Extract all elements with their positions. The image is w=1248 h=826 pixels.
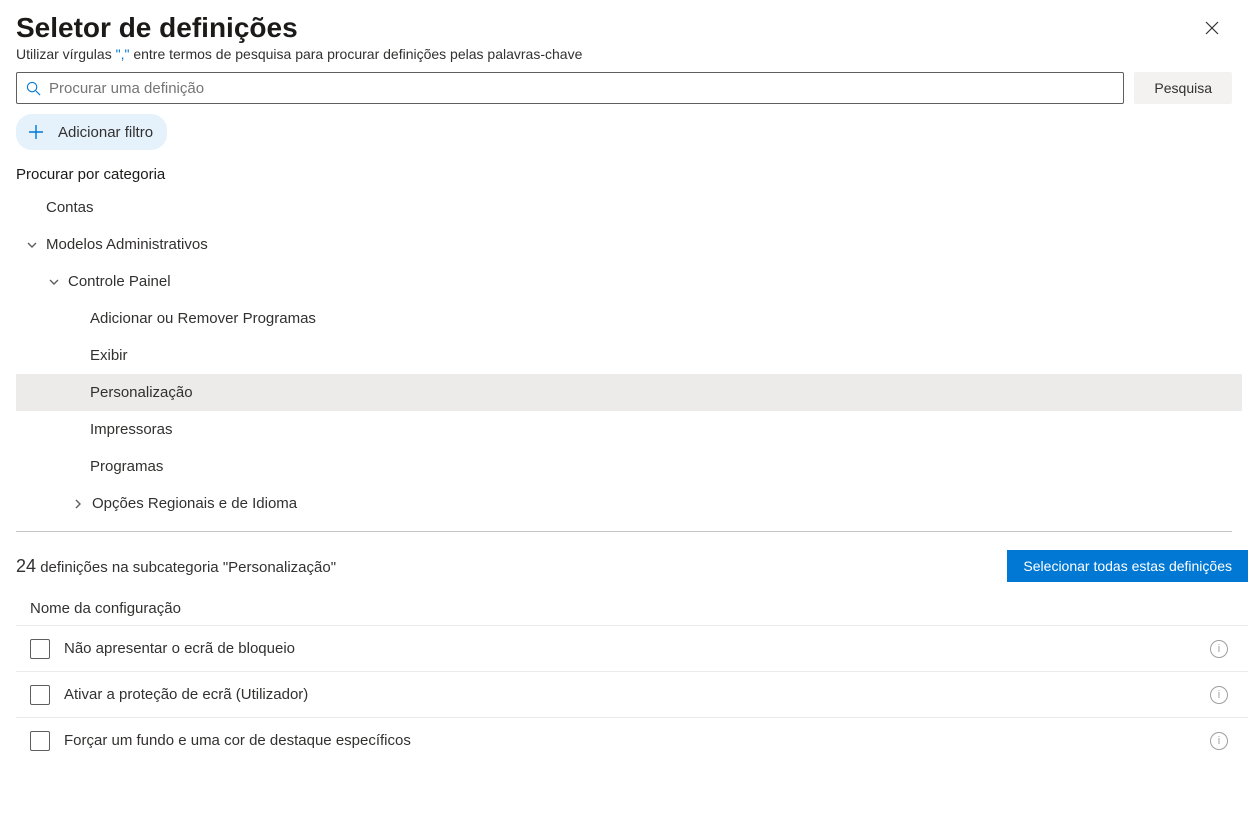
chevron-right-icon xyxy=(70,496,86,512)
checkbox[interactable] xyxy=(30,685,50,705)
setting-row[interactable]: Ativar a proteção de ecrã (Utilizador)i xyxy=(16,671,1248,717)
dialog-subtitle: Utilizar vírgulas "," entre termos de pe… xyxy=(0,44,1248,72)
setting-row[interactable]: Não apresentar o ecrã de bloqueioi xyxy=(16,625,1248,671)
setting-row[interactable]: Forçar um fundo e uma cor de destaque es… xyxy=(16,717,1248,763)
tree-item[interactable]: Exibir xyxy=(16,337,1242,374)
tree-item[interactable]: Programas xyxy=(16,448,1242,485)
tree-item-label: Adicionar ou Remover Programas xyxy=(90,310,316,327)
close-icon xyxy=(1205,21,1219,35)
tree-item-label: Personalização xyxy=(90,384,193,401)
checkbox[interactable] xyxy=(30,639,50,659)
search-button[interactable]: Pesquisa xyxy=(1134,72,1232,104)
tree-item-label: Modelos Administrativos xyxy=(46,236,208,253)
settings-list[interactable]: Não apresentar o ecrã de bloqueioiAtivar… xyxy=(0,625,1248,765)
tree-item-label: Opções Regionais e de Idioma xyxy=(92,495,297,512)
browse-category-label: Procurar por categoria xyxy=(0,162,1248,189)
info-icon[interactable]: i xyxy=(1210,640,1228,658)
tree-item-label: Contas xyxy=(46,199,94,216)
setting-name: Forçar um fundo e uma cor de destaque es… xyxy=(64,732,1210,749)
dialog-title: Seletor de definições xyxy=(16,12,298,44)
setting-name: Não apresentar o ecrã de bloqueio xyxy=(64,640,1210,657)
plus-icon xyxy=(22,118,50,146)
tree-item-label: Exibir xyxy=(90,347,128,364)
tree-item[interactable]: Adicionar ou Remover Programas xyxy=(16,300,1242,337)
add-filter-button[interactable]: Adicionar filtro xyxy=(16,114,167,150)
info-icon[interactable]: i xyxy=(1210,686,1228,704)
chevron-down-icon xyxy=(46,274,62,290)
add-filter-label: Adicionar filtro xyxy=(58,124,153,141)
tree-item[interactable]: Contas xyxy=(16,189,1242,226)
info-icon[interactable]: i xyxy=(1210,732,1228,750)
chevron-down-icon xyxy=(24,237,40,253)
tree-item[interactable]: Impressoras xyxy=(16,411,1242,448)
close-button[interactable] xyxy=(1196,12,1228,44)
tree-item-label: Controle Painel xyxy=(68,273,171,290)
tree-item[interactable]: Opções Regionais e de Idioma xyxy=(16,485,1242,519)
column-header-name: Nome da configuração xyxy=(0,594,1248,625)
tree-item-label: Impressoras xyxy=(90,421,173,438)
tree-item[interactable]: Modelos Administrativos xyxy=(16,226,1242,263)
tree-item-label: Programas xyxy=(90,458,163,475)
search-box[interactable] xyxy=(16,72,1124,104)
tree-item[interactable]: Controle Painel xyxy=(16,263,1242,300)
category-tree[interactable]: Contas Modelos Administrativos Controle Pa… xyxy=(0,189,1248,519)
select-all-button[interactable]: Selecionar todas estas definições xyxy=(1007,550,1248,582)
search-input[interactable] xyxy=(49,80,1115,97)
tree-item[interactable]: Personalização xyxy=(16,374,1242,411)
results-count: 24 definições na subcategoria "Personali… xyxy=(16,556,336,577)
search-icon xyxy=(25,80,41,96)
setting-name: Ativar a proteção de ecrã (Utilizador) xyxy=(64,686,1210,703)
checkbox[interactable] xyxy=(30,731,50,751)
